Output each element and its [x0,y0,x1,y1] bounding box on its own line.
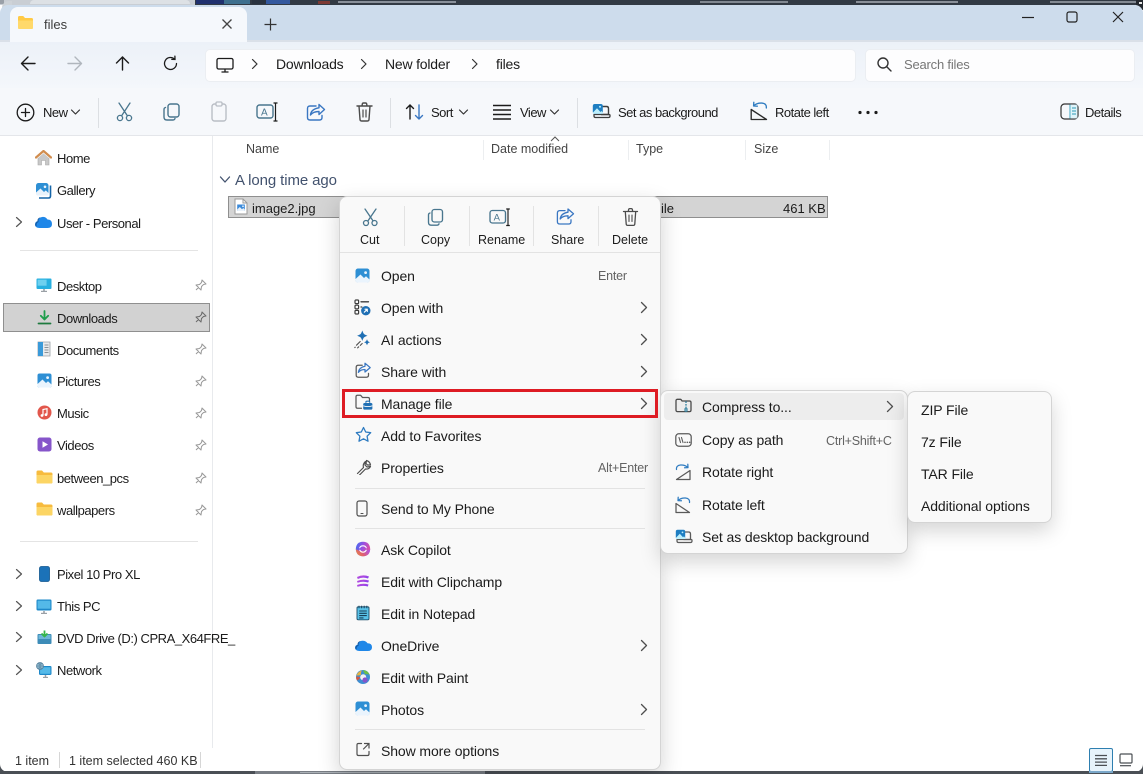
svg-text:A: A [261,108,268,119]
svg-text:A: A [494,213,501,224]
